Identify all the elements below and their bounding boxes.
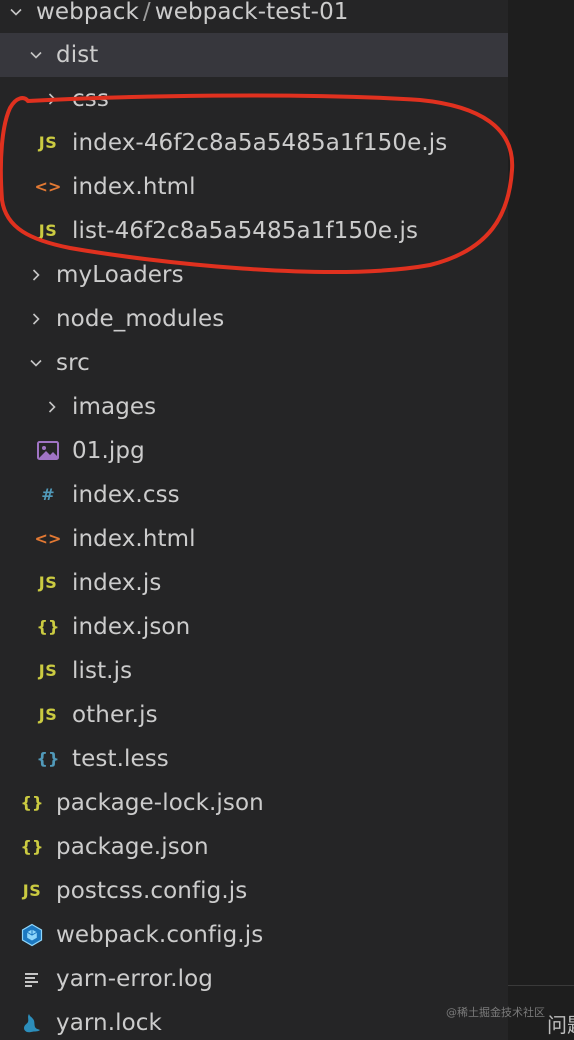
tree-item-label: package.json [56, 834, 209, 860]
tree-item-label: images [72, 394, 157, 420]
chevron-down-icon [24, 351, 48, 375]
js-file-icon: JS [22, 881, 42, 900]
chevron-right-icon [40, 87, 64, 111]
tree-item-label: 01.jpg [72, 438, 145, 464]
tree-item-dist[interactable]: dist [0, 33, 508, 77]
tree-item-label: src [56, 350, 90, 376]
tree-item-index-bundle-js[interactable]: JS index-46f2c8a5a5485a1f150e.js [0, 121, 508, 165]
tree-item-package-lock-json[interactable]: {} package-lock.json [0, 781, 508, 825]
image-file-icon [36, 439, 60, 463]
tree-item-label: index.html [72, 526, 196, 552]
tree-item-postcss-config-js[interactable]: JS postcss.config.js [0, 869, 508, 913]
js-file-icon: JS [38, 661, 58, 680]
tree-item-src[interactable]: src [0, 341, 508, 385]
less-file-icon: {} [36, 749, 60, 768]
tree-item-label: postcss.config.js [56, 878, 248, 904]
tree-item-index-css[interactable]: # index.css [0, 473, 508, 517]
tree-item-webpack-config-js[interactable]: webpack.config.js [0, 913, 508, 957]
tree-item-label: index.html [72, 174, 196, 200]
json-file-icon: {} [36, 617, 60, 636]
tree-item-yarn-lock[interactable]: yarn.lock [0, 1001, 508, 1040]
tree-item-dist-index-html[interactable]: <> index.html [0, 165, 508, 209]
tree-item-other-js[interactable]: JS other.js [0, 693, 508, 737]
js-file-icon: JS [38, 705, 58, 724]
panel-divider [508, 985, 574, 986]
chevron-down-icon [4, 0, 28, 24]
tree-item-label: package-lock.json [56, 790, 264, 816]
chevron-right-icon [40, 395, 64, 419]
tree-item-label: other.js [72, 702, 158, 728]
tree-item-index-json[interactable]: {} index.json [0, 605, 508, 649]
panel-tab-label: 问题 [547, 1013, 574, 1037]
chevron-right-icon [24, 263, 48, 287]
json-file-icon: {} [20, 793, 44, 812]
html-file-icon: <> [34, 177, 62, 196]
tree-item-label: myLoaders [56, 262, 184, 288]
tree-item-src-index-html[interactable]: <> index.html [0, 517, 508, 561]
chevron-down-icon [24, 43, 48, 67]
editor-area [508, 0, 574, 1040]
log-file-icon [20, 967, 44, 991]
webpack-file-icon [20, 923, 44, 947]
tree-item-label: webpack.config.js [56, 922, 264, 948]
tree-item-package-json[interactable]: {} package.json [0, 825, 508, 869]
explorer-root-row[interactable]: webpack / webpack-test-01 [0, 0, 508, 34]
js-file-icon: JS [38, 133, 58, 152]
root-separator: / [142, 0, 151, 25]
tree-item-label: yarn.lock [56, 1010, 162, 1036]
root-folder-label: webpack-test-01 [154, 0, 349, 25]
tree-item-label: list-46f2c8a5a5485a1f150e.js [72, 218, 419, 244]
json-file-icon: {} [20, 837, 44, 856]
tree-item-myloaders[interactable]: myLoaders [0, 253, 508, 297]
tree-item-test-less[interactable]: {} test.less [0, 737, 508, 781]
tree-item-label: node_modules [56, 306, 225, 332]
tree-item-label: index.js [72, 570, 162, 596]
root-project-label: webpack [36, 0, 139, 25]
tree-item-01-jpg[interactable]: 01.jpg [0, 429, 508, 473]
tree-item-label: test.less [72, 746, 169, 772]
tree-item-label: index-46f2c8a5a5485a1f150e.js [72, 130, 448, 156]
js-file-icon: JS [38, 573, 58, 592]
css-file-icon: # [41, 485, 55, 504]
tree-item-node-modules[interactable]: node_modules [0, 297, 508, 341]
file-explorer: webpack / webpack-test-01 dist css JS in… [0, 0, 508, 1040]
tree-item-label: css [72, 86, 109, 112]
tree-item-index-js[interactable]: JS index.js [0, 561, 508, 605]
tree-item-images[interactable]: images [0, 385, 508, 429]
tree-item-label: index.json [72, 614, 191, 640]
tree-item-label: list.js [72, 658, 133, 684]
tree-item-list-js[interactable]: JS list.js [0, 649, 508, 693]
tree-item-css[interactable]: css [0, 77, 508, 121]
tree-item-label: dist [56, 42, 99, 68]
chevron-right-icon [24, 307, 48, 331]
html-file-icon: <> [34, 529, 62, 548]
js-file-icon: JS [38, 221, 58, 240]
yarn-file-icon [20, 1011, 44, 1035]
tree-item-label: yarn-error.log [56, 966, 213, 992]
tree-item-list-bundle-js[interactable]: JS list-46f2c8a5a5485a1f150e.js [0, 209, 508, 253]
tree-item-label: index.css [72, 482, 180, 508]
tree-item-yarn-error-log[interactable]: yarn-error.log [0, 957, 508, 1001]
watermark: @稀土掘金技术社区 [446, 1006, 545, 1019]
